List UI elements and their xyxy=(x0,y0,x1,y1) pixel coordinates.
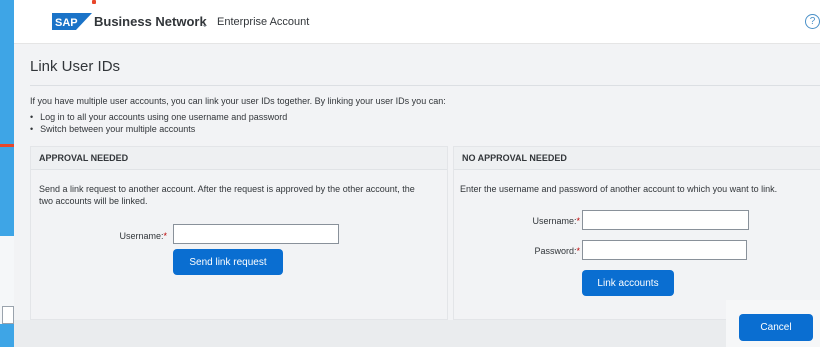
background-marker xyxy=(92,0,96,4)
panel-header: NO APPROVAL NEEDED xyxy=(454,147,820,170)
description-line: Send a link request to another account. … xyxy=(39,184,415,194)
required-marker: * xyxy=(576,216,580,226)
approval-needed-panel: APPROVAL NEEDED Send a link request to a… xyxy=(30,146,448,320)
title-divider xyxy=(30,85,820,86)
top-bar: SAP Business Network ⌄ Enterprise Accoun… xyxy=(14,0,820,44)
required-marker: * xyxy=(576,246,580,256)
password-field[interactable] xyxy=(582,240,747,260)
password-label-text: Password: xyxy=(534,246,577,256)
page-title: Link User IDs xyxy=(30,58,121,75)
chevron-down-icon[interactable]: ⌄ xyxy=(201,19,209,30)
username-label-text: Username: xyxy=(532,216,577,226)
password-label: Password:* xyxy=(504,246,580,256)
cancel-area: Cancel xyxy=(726,300,820,347)
footer-bar xyxy=(14,320,820,347)
link-accounts-button[interactable]: Link accounts xyxy=(582,270,674,296)
benefits-list: Log in to all your accounts using one us… xyxy=(30,111,287,135)
cancel-button[interactable]: Cancel xyxy=(739,314,813,341)
username-label: Username:* xyxy=(504,216,580,226)
panel-header: APPROVAL NEEDED xyxy=(31,147,447,170)
panel-body: Enter the username and password of anoth… xyxy=(454,170,820,319)
panel-description: Send a link request to another account. … xyxy=(39,183,444,207)
intro-text: If you have multiple user accounts, you … xyxy=(30,96,446,106)
no-approval-needed-panel: NO APPROVAL NEEDED Enter the username an… xyxy=(453,146,820,320)
help-icon[interactable]: ? xyxy=(805,14,820,29)
app-window: SAP Business Network ⌄ Enterprise Accoun… xyxy=(14,0,820,347)
required-marker: * xyxy=(163,231,167,241)
send-link-request-button[interactable]: Send link request xyxy=(173,249,283,275)
background-window-control xyxy=(2,306,14,324)
approval-username-field[interactable] xyxy=(173,224,339,244)
username-field[interactable] xyxy=(582,210,749,230)
sap-logo[interactable]: SAP xyxy=(52,13,92,30)
username-label-text: Username: xyxy=(119,231,164,241)
list-item: Switch between your multiple accounts xyxy=(30,123,287,135)
account-type: Enterprise Account xyxy=(217,16,310,28)
username-label: Username:* xyxy=(91,231,167,241)
brand-title[interactable]: Business Network xyxy=(94,14,207,29)
panel-description: Enter the username and password of anoth… xyxy=(460,184,778,194)
svg-text:SAP: SAP xyxy=(55,17,78,29)
list-item: Log in to all your accounts using one us… xyxy=(30,111,287,123)
description-line: two accounts will be linked. xyxy=(39,196,148,206)
panel-body: Send a link request to another account. … xyxy=(31,170,447,319)
